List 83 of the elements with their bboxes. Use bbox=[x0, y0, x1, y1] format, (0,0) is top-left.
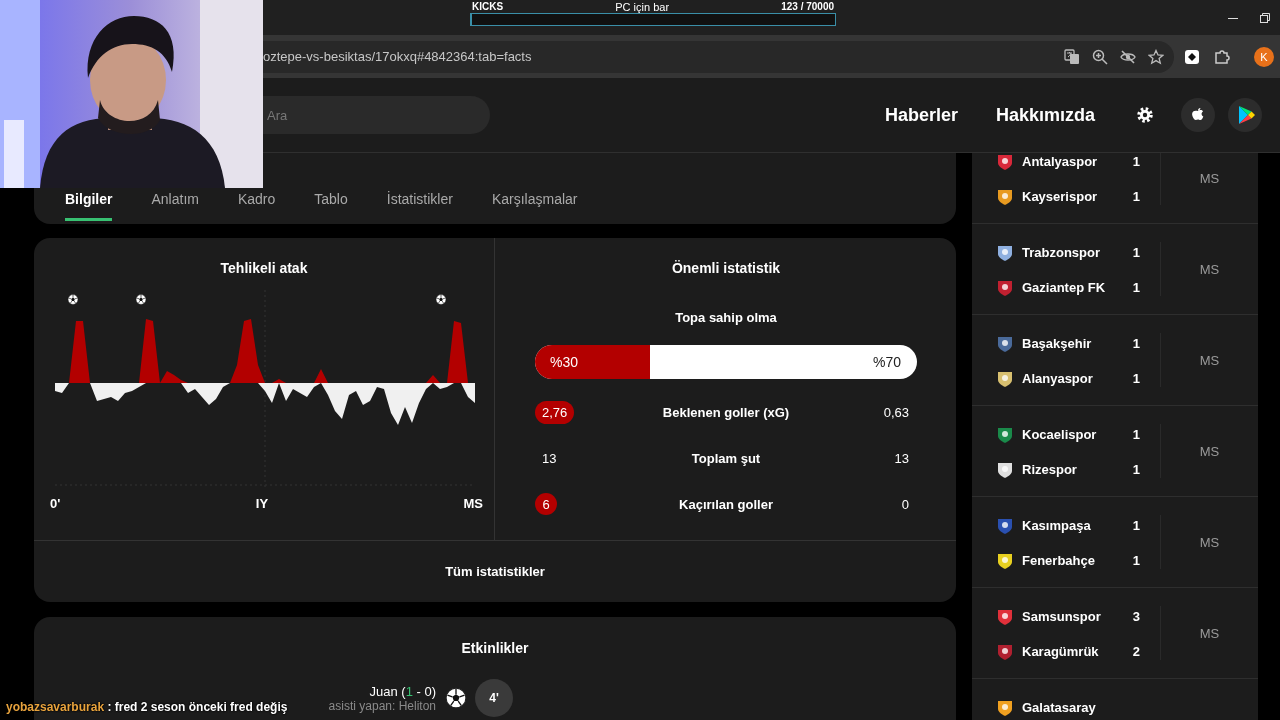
team-score: 3 bbox=[1132, 609, 1140, 624]
tab[interactable]: Tablo bbox=[314, 191, 348, 221]
tab[interactable]: Bilgiler bbox=[65, 191, 113, 221]
match-status: MS bbox=[1199, 261, 1220, 277]
goal-count: 123 / 70000 bbox=[781, 1, 834, 12]
team-score: 1 bbox=[1132, 462, 1140, 477]
extension-icon[interactable] bbox=[1184, 48, 1200, 65]
team-score: 1 bbox=[1132, 189, 1140, 204]
translate-icon[interactable] bbox=[1064, 48, 1080, 65]
stat-value: 13 bbox=[893, 450, 910, 466]
match-status: MS bbox=[1199, 625, 1220, 641]
stat-label: Toplam şut bbox=[690, 450, 762, 466]
match-status: MS bbox=[1199, 534, 1220, 550]
stat-value: 13 bbox=[541, 449, 558, 468]
stat-badge: 6 bbox=[535, 493, 557, 515]
team-name[interactable]: Alanyaspor bbox=[1022, 371, 1125, 386]
team-score: 1 bbox=[1132, 154, 1140, 169]
address-bar[interactable]: oztepe-vs-besiktas/17okxq#4842364:tab=facts bbox=[263, 40, 1174, 73]
eye-off-icon[interactable] bbox=[1120, 48, 1136, 65]
axis-label: MS bbox=[463, 496, 483, 511]
section-title: Etkinlikler bbox=[461, 640, 529, 656]
restore-icon[interactable] bbox=[1260, 12, 1270, 23]
team-score: 1 bbox=[1132, 371, 1140, 386]
zoom-icon[interactable] bbox=[1092, 48, 1108, 65]
team-name[interactable]: Trabzonspor bbox=[1022, 245, 1125, 260]
stat-badge: 2,76 bbox=[535, 400, 575, 424]
axis-label: IY bbox=[255, 496, 269, 511]
team-name[interactable]: Başakşehir bbox=[1022, 336, 1125, 351]
team-score: 1 bbox=[1132, 518, 1140, 533]
tab[interactable]: Anlatım bbox=[151, 191, 199, 221]
stat-value: %70 bbox=[872, 354, 902, 370]
chat-username: yobazsavarburak bbox=[6, 700, 105, 714]
team-name[interactable]: Kayserispor bbox=[1022, 189, 1125, 204]
team-score: 1 bbox=[1132, 427, 1140, 442]
stat-label: Beklenen goller (xG) bbox=[661, 404, 791, 420]
tab[interactable]: İstatistikler bbox=[386, 191, 453, 221]
team-score: 1 bbox=[1132, 245, 1140, 260]
stat-value: %30 bbox=[549, 354, 579, 370]
ball-icon bbox=[68, 294, 78, 305]
url-text: oztepe-vs-besiktas/17okxq#4842364:tab=facts bbox=[263, 49, 533, 64]
team-name[interactable]: Kocaelispor bbox=[1022, 427, 1125, 442]
play-store-icon[interactable] bbox=[1228, 98, 1262, 132]
team-name[interactable]: Fenerbahçe bbox=[1022, 553, 1125, 568]
team-name[interactable]: Samsunspor bbox=[1022, 609, 1125, 624]
match-status: MS bbox=[1199, 352, 1220, 368]
team-score: 1 bbox=[1132, 280, 1140, 295]
ball-icon bbox=[136, 294, 146, 305]
event-minute: 4' bbox=[475, 679, 513, 717]
stat-value: 0,63 bbox=[882, 404, 910, 420]
team-name[interactable]: Gaziantep FK bbox=[1022, 280, 1125, 295]
stat-label: Topa sahip olma bbox=[675, 310, 777, 325]
ball-icon bbox=[445, 687, 467, 709]
settings-icon[interactable] bbox=[1136, 106, 1154, 124]
team-score: 1 bbox=[1132, 553, 1140, 568]
match-status: MS bbox=[1199, 170, 1220, 186]
team-name[interactable]: Karagümrük bbox=[1022, 644, 1125, 659]
match-status: MS bbox=[1199, 443, 1220, 459]
axis-label: 0' bbox=[50, 496, 61, 511]
tab[interactable]: Karşılaşmalar bbox=[491, 191, 578, 221]
ball-icon bbox=[436, 294, 446, 305]
all-stats-link[interactable]: Tüm istatistikler bbox=[445, 564, 545, 579]
team-score: 1 bbox=[1132, 336, 1140, 351]
tab[interactable]: Kadro bbox=[237, 191, 276, 221]
section-title: Önemli istatistik bbox=[671, 260, 781, 276]
event-assist: asisti yapan: Heliton bbox=[328, 698, 436, 713]
chat-message: : fred 2 seson önceki fred değiş bbox=[107, 700, 288, 714]
team-name[interactable]: Antalyaspor bbox=[1022, 154, 1125, 169]
puzzle-icon[interactable] bbox=[1214, 48, 1230, 65]
stat-value: 0 bbox=[900, 496, 910, 512]
event-player: Juan (1 - 0) bbox=[369, 683, 436, 699]
team-score: 2 bbox=[1132, 644, 1140, 659]
apple-icon[interactable] bbox=[1181, 98, 1215, 132]
nav-link[interactable]: Haberler bbox=[884, 104, 958, 126]
section-title: Tehlikeli atak bbox=[220, 260, 308, 276]
goal-title: PC için bar bbox=[615, 0, 670, 13]
team-name[interactable]: Kasımpaşa bbox=[1022, 518, 1125, 533]
team-name[interactable]: Rizespor bbox=[1022, 462, 1125, 477]
star-icon[interactable] bbox=[1148, 48, 1164, 65]
team-name[interactable]: Galatasaray bbox=[1022, 700, 1140, 715]
goal-label: KICKS bbox=[472, 1, 504, 12]
nav-link[interactable]: Hakkımızda bbox=[995, 104, 1095, 126]
search-field[interactable]: Ara bbox=[263, 96, 490, 134]
stat-label: Kaçırılan goller bbox=[678, 496, 774, 512]
